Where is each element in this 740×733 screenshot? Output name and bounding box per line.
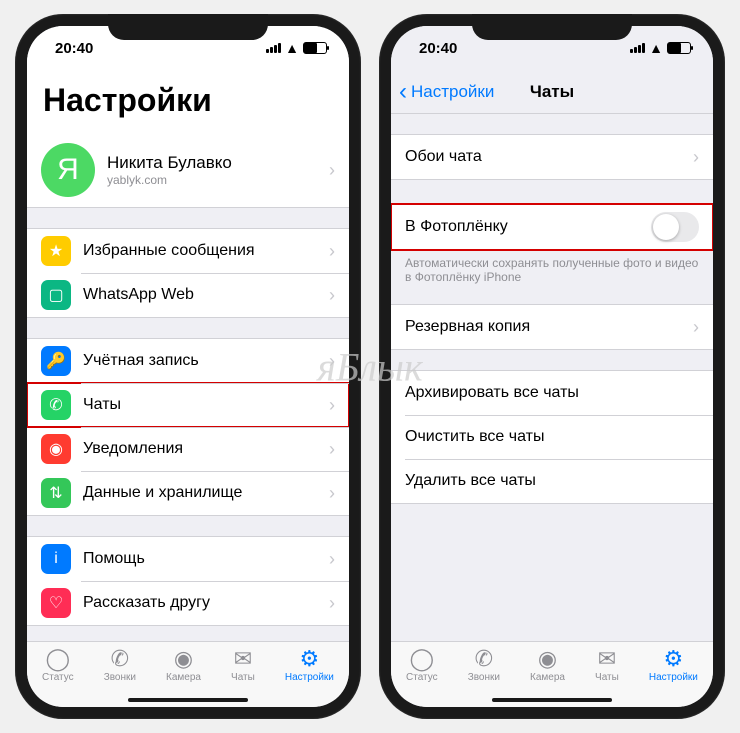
wifi-icon: ▲	[285, 40, 299, 56]
row-account[interactable]: 🔑 Учётная запись ›	[27, 339, 349, 383]
chevron-right-icon: ›	[329, 439, 335, 460]
tab-label: Камера	[530, 672, 565, 683]
tab-icon: ◉	[538, 648, 557, 670]
row-save-to-camera-roll[interactable]: В Фотоплёнку	[391, 205, 713, 249]
row-starred[interactable]: ★ Избранные сообщения ›	[27, 229, 349, 273]
phone-left: 20:40 ▲ Настройки Я Никита Булавко yably…	[15, 14, 361, 719]
info-icon: i	[41, 544, 71, 574]
chevron-right-icon: ›	[329, 285, 335, 306]
star-icon: ★	[41, 236, 71, 266]
bell-icon: ◉	[41, 434, 71, 464]
profile-name: Никита Булавко	[107, 153, 329, 173]
tab-label: Статус	[42, 672, 74, 683]
tab-label: Звонки	[104, 672, 136, 683]
tab-чаты[interactable]: ✉ Чаты	[595, 648, 619, 683]
tab-icon: ◉	[174, 648, 193, 670]
row-whatsapp-web[interactable]: ▢ WhatsApp Web ›	[27, 273, 349, 317]
desktop-icon: ▢	[41, 280, 71, 310]
tab-звонки[interactable]: ✆ Звонки	[104, 648, 136, 683]
tab-icon: ✆	[111, 648, 129, 670]
notch	[108, 14, 268, 40]
tab-камера[interactable]: ◉ Камера	[530, 648, 565, 683]
chevron-right-icon: ›	[329, 351, 335, 372]
heart-icon: ♡	[41, 588, 71, 618]
arrows-icon: ⇅	[41, 478, 71, 508]
tab-камера[interactable]: ◉ Камера	[166, 648, 201, 683]
row-data-storage[interactable]: ⇅ Данные и хранилище ›	[27, 471, 349, 515]
toggle-switch[interactable]	[651, 212, 699, 242]
row-clear-all[interactable]: Очистить все чаты	[391, 415, 713, 459]
tab-icon: ✉	[234, 648, 252, 670]
footer-brand: from FACEBOOK	[27, 626, 349, 641]
row-tell-friend[interactable]: ♡ Рассказать другу ›	[27, 581, 349, 625]
chevron-right-icon: ›	[329, 160, 335, 181]
battery-icon	[303, 42, 327, 54]
tab-настройки[interactable]: ⚙ Настройки	[285, 648, 334, 683]
nav-bar: ‹ Настройки Чаты	[391, 70, 713, 114]
tab-icon: ⚙	[300, 648, 320, 670]
tab-label: Чаты	[595, 672, 619, 683]
signal-icon	[630, 43, 645, 53]
row-delete-all[interactable]: Удалить все чаты	[391, 459, 713, 503]
profile-row[interactable]: Я Никита Булавко yablyk.com ›	[27, 133, 349, 207]
chevron-right-icon: ›	[329, 241, 335, 262]
tab-icon: ◯	[410, 648, 435, 670]
tab-статус[interactable]: ◯ Статус	[42, 648, 74, 683]
battery-icon	[667, 42, 691, 54]
signal-icon	[266, 43, 281, 53]
chevron-right-icon: ›	[329, 593, 335, 614]
tab-label: Статус	[406, 672, 438, 683]
status-time: 20:40	[55, 40, 93, 57]
row-notifications[interactable]: ◉ Уведомления ›	[27, 427, 349, 471]
row-wallpaper[interactable]: Обои чата ›	[391, 135, 713, 179]
tab-label: Камера	[166, 672, 201, 683]
tab-настройки[interactable]: ⚙ Настройки	[649, 648, 698, 683]
home-indicator	[492, 698, 612, 702]
status-time: 20:40	[419, 40, 457, 57]
tab-статус[interactable]: ◯ Статус	[406, 648, 438, 683]
notch	[472, 14, 632, 40]
tab-icon: ◯	[46, 648, 71, 670]
wifi-icon: ▲	[649, 40, 663, 56]
chevron-right-icon: ›	[329, 549, 335, 570]
chevron-right-icon: ›	[693, 317, 699, 338]
home-indicator	[128, 698, 248, 702]
avatar: Я	[41, 143, 95, 197]
tab-icon: ⚙	[664, 648, 684, 670]
chevron-right-icon: ›	[329, 483, 335, 504]
toggle-description: Автоматически сохранять полученные фото …	[391, 250, 713, 284]
chevron-right-icon: ›	[693, 147, 699, 168]
tab-label: Чаты	[231, 672, 255, 683]
profile-subtitle: yablyk.com	[107, 173, 329, 187]
page-title: Настройки	[27, 70, 349, 133]
row-backup[interactable]: Резервная копия ›	[391, 305, 713, 349]
tab-звонки[interactable]: ✆ Звонки	[468, 648, 500, 683]
tab-label: Настройки	[285, 672, 334, 683]
tab-label: Звонки	[468, 672, 500, 683]
tab-icon: ✆	[475, 648, 493, 670]
phone-right: 20:40 ▲ ‹ Настройки Чаты Обои чата ›	[379, 14, 725, 719]
row-chats[interactable]: ✆ Чаты ›	[27, 383, 349, 427]
nav-title: Чаты	[391, 82, 713, 102]
row-archive-all[interactable]: Архивировать все чаты	[391, 371, 713, 415]
key-icon: 🔑	[41, 346, 71, 376]
row-help[interactable]: i Помощь ›	[27, 537, 349, 581]
whatsapp-icon: ✆	[41, 390, 71, 420]
tab-label: Настройки	[649, 672, 698, 683]
tab-чаты[interactable]: ✉ Чаты	[231, 648, 255, 683]
tab-icon: ✉	[598, 648, 616, 670]
chevron-right-icon: ›	[329, 395, 335, 416]
